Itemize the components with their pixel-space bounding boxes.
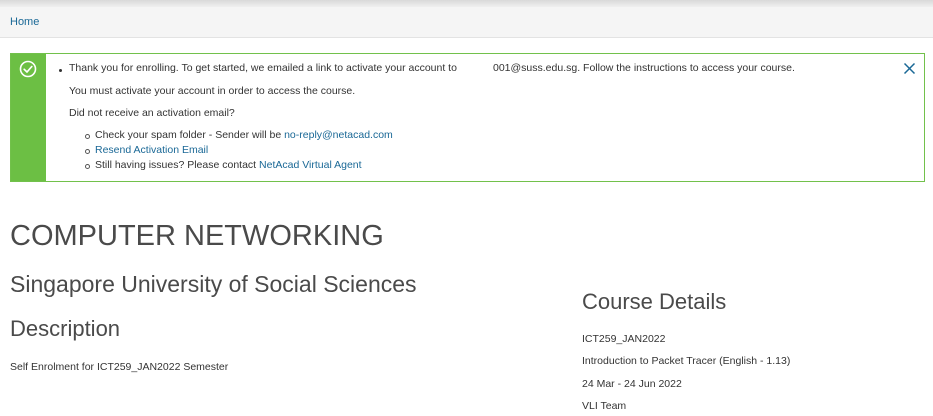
support-hint-text: Still having issues? Please contact bbox=[95, 159, 257, 171]
resend-activation-link[interactable]: Resend Activation Email bbox=[95, 144, 208, 156]
bullet-circle bbox=[85, 164, 90, 169]
bullet-circle bbox=[85, 134, 90, 139]
alert-status-strip bbox=[11, 54, 46, 181]
enroll-email: 001@suss.edu.sg. Follow the instructions… bbox=[493, 62, 795, 74]
course-code: ICT259_JAN2022 bbox=[582, 333, 666, 345]
close-icon[interactable] bbox=[903, 62, 916, 75]
enrollment-success-alert: Thank you for enrolling. To get started,… bbox=[10, 53, 925, 182]
not-received-text: Did not receive an activation email? bbox=[69, 107, 235, 119]
course-details-heading: Course Details bbox=[582, 289, 727, 314]
course-name: Introduction to Packet Tracer (English -… bbox=[582, 355, 791, 367]
activate-notice: You must activate your account in order … bbox=[69, 85, 356, 97]
top-shadow-bar bbox=[0, 0, 933, 7]
enroll-message: Thank you for enrolling. To get started,… bbox=[69, 62, 457, 74]
spam-hint: Check your spam folder - Sender will be … bbox=[95, 129, 393, 141]
check-circle-icon bbox=[19, 60, 37, 78]
course-dates: 24 Mar - 24 Jun 2022 bbox=[582, 378, 682, 390]
course-title: COMPUTER NETWORKING bbox=[10, 220, 384, 252]
virtual-agent-link[interactable]: NetAcad Virtual Agent bbox=[259, 159, 362, 171]
description-heading: Description bbox=[10, 316, 121, 341]
support-hint: Still having issues? Please contact NetA… bbox=[95, 159, 362, 171]
course-team: VLI Team bbox=[582, 400, 627, 412]
breadcrumb: Home bbox=[0, 7, 933, 38]
sender-email-link[interactable]: no-reply@netacad.com bbox=[284, 129, 393, 141]
breadcrumb-home-link[interactable]: Home bbox=[10, 16, 39, 28]
university-name: Singapore University of Social Sciences bbox=[10, 271, 417, 297]
bullet-circle bbox=[85, 149, 90, 154]
bullet-dot bbox=[59, 69, 62, 72]
spam-hint-text: Check your spam folder - Sender will be bbox=[95, 129, 282, 141]
description-text: Self Enrolment for ICT259_JAN2022 Semest… bbox=[10, 361, 229, 373]
